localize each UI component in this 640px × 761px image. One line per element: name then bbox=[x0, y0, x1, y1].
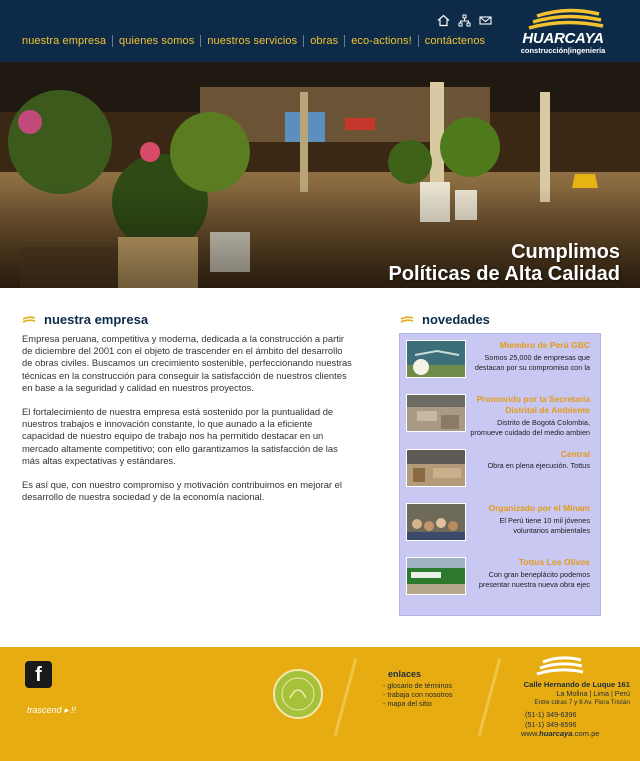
web-prefix: www. bbox=[521, 729, 540, 738]
footer-links: - glosario de términos - trabaja con nos… bbox=[383, 681, 453, 708]
hero-caption-line2: Políticas de Alta Calidad bbox=[388, 263, 620, 285]
news-thumbnail[interactable] bbox=[406, 340, 466, 378]
footer-links-title: enlaces bbox=[388, 669, 422, 679]
news-summary: Con gran beneplácito podemos presentar n… bbox=[478, 570, 590, 589]
section-title-novedades: novedades bbox=[400, 312, 490, 327]
news-summary: Somos 25,000 de empresas que destacan po… bbox=[474, 353, 590, 372]
news-item[interactable]: Central Obra en plena ejecución. Tottus bbox=[406, 449, 594, 489]
section-title-nuestra-empresa: nuestra empresa bbox=[22, 312, 148, 327]
top-icon-group bbox=[437, 14, 492, 27]
sitemap-icon[interactable] bbox=[458, 14, 471, 27]
footer-link-mapa[interactable]: - mapa del sitio bbox=[383, 699, 453, 708]
news-headline[interactable]: Miembro de Perú GBC bbox=[470, 340, 590, 351]
news-headline[interactable]: Promovido por la Secretaría Distrital de… bbox=[470, 394, 590, 416]
address-city: La Molina | Lima | Perú bbox=[556, 689, 630, 698]
news-thumbnail[interactable] bbox=[406, 557, 466, 595]
news-item[interactable]: Tottus Los Olivos Con gran beneplácito p… bbox=[406, 557, 594, 597]
brand-logo[interactable]: HUARCAYA construcción|ingeniería bbox=[507, 8, 619, 58]
logo-tagline: construcción|ingeniería bbox=[520, 46, 606, 55]
footer-logo[interactable] bbox=[535, 655, 585, 679]
hero-caption: Cumplimos Políticas de Alta Calidad bbox=[300, 241, 620, 285]
designer-credit[interactable]: trascend ▸ !! bbox=[27, 705, 76, 716]
web-brand: huarcaya bbox=[539, 729, 573, 738]
company-phones: (51-1) 349-6396 (51-1) 349-6596 bbox=[525, 710, 577, 729]
main-nav: nuestra empresa quienes somos nuestros s… bbox=[16, 34, 491, 48]
address-street: Calle Hernando de Luque 161 bbox=[523, 680, 630, 689]
paragraph: El fortalecimiento de nuestra empresa es… bbox=[22, 406, 338, 466]
nav-nuestros-servicios[interactable]: nuestros servicios bbox=[201, 34, 303, 48]
news-thumbnail[interactable] bbox=[406, 394, 466, 432]
green-building-seal-icon[interactable] bbox=[272, 668, 324, 720]
footer-divider bbox=[333, 657, 358, 737]
news-thumbnail[interactable] bbox=[406, 449, 466, 487]
site-header: nuestra empresa quienes somos nuestros s… bbox=[0, 0, 640, 62]
news-panel: Miembro de Perú GBC Somos 25,000 de empr… bbox=[399, 333, 601, 616]
section-title-text: novedades bbox=[422, 312, 490, 327]
news-item[interactable]: Promovido por la Secretaría Distrital de… bbox=[406, 394, 594, 437]
section-swoosh-icon bbox=[22, 315, 36, 323]
web-suffix: .com.pe bbox=[572, 729, 600, 738]
company-website[interactable]: www.huarcaya.com.pe bbox=[521, 729, 600, 738]
news-headline[interactable]: Organizado por el Minam bbox=[470, 503, 590, 514]
paragraph: Es así que, con nuestro compromiso y mot… bbox=[22, 479, 342, 503]
hero-caption-line1: Cumplimos bbox=[511, 241, 620, 263]
section-title-text: nuestra empresa bbox=[44, 312, 149, 327]
news-summary: Distrito de Bogotá Colombia, promueve cu… bbox=[470, 418, 590, 437]
address-reference: Entre cdras 7 y 8 Av. Flora Tristán bbox=[534, 699, 630, 706]
site-footer: f trascend ▸ !! enlaces - glosario de té… bbox=[0, 647, 640, 761]
facebook-icon[interactable]: f bbox=[25, 661, 52, 688]
nav-nuestra-empresa[interactable]: nuestra empresa bbox=[16, 34, 112, 48]
news-item[interactable]: Organizado por el Minam El Perú tiene 10… bbox=[406, 503, 594, 543]
company-address: Calle Hernando de Luque 161 La Molina | … bbox=[510, 680, 630, 707]
nav-eco-actions[interactable]: eco-actions! bbox=[345, 34, 418, 48]
logo-wordmark: HUARCAYA bbox=[522, 30, 604, 47]
news-headline[interactable]: Central bbox=[470, 449, 590, 460]
footer-link-trabaja[interactable]: - trabaja con nosotros bbox=[383, 690, 453, 699]
home-icon[interactable] bbox=[437, 14, 450, 27]
footer-link-glosario[interactable]: - glosario de términos bbox=[383, 681, 453, 690]
footer-divider bbox=[477, 657, 502, 737]
nav-contactenos[interactable]: contáctenos bbox=[419, 34, 491, 48]
nav-obras[interactable]: obras bbox=[304, 34, 344, 48]
news-item[interactable]: Miembro de Perú GBC Somos 25,000 de empr… bbox=[406, 340, 594, 380]
section-swoosh-icon bbox=[400, 315, 414, 323]
news-summary: El Perú tiene 10 mil jóvenes voluntarios… bbox=[499, 516, 590, 535]
mail-icon[interactable] bbox=[479, 14, 492, 27]
nav-quienes-somos[interactable]: quienes somos bbox=[113, 34, 200, 48]
company-description: Empresa peruana, competitiva y moderna, … bbox=[22, 333, 352, 515]
news-summary: Obra en plena ejecución. Tottus bbox=[487, 461, 591, 470]
phone-number[interactable]: (51-1) 349-6396 bbox=[525, 710, 577, 720]
news-headline[interactable]: Tottus Los Olivos bbox=[470, 557, 590, 568]
paragraph: Empresa peruana, competitiva y moderna, … bbox=[22, 333, 352, 393]
news-thumbnail[interactable] bbox=[406, 503, 466, 541]
phone-number[interactable]: (51-1) 349-6596 bbox=[525, 720, 577, 730]
